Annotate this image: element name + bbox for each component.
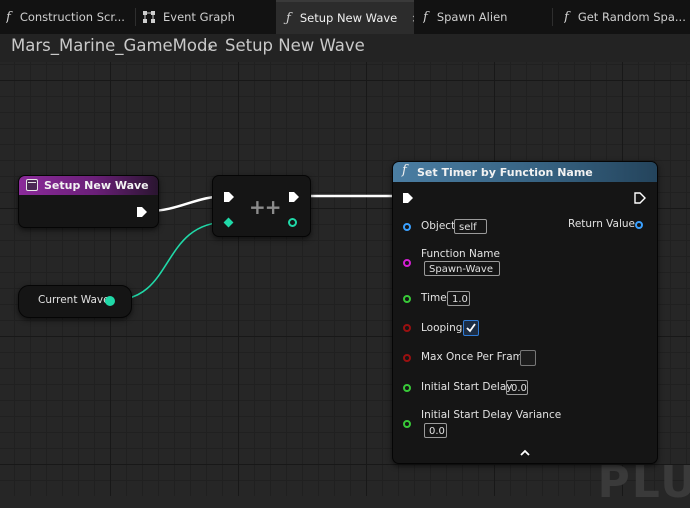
increment-symbol: ++ [249,195,282,219]
initial-start-delay-variance-label: Initial Start Delay Variance [421,409,562,421]
max-once-per-frame-label: Max Once Per Frame [421,351,530,363]
exec-output-pin[interactable] [136,206,148,218]
return-value-output-pin[interactable] [635,221,643,229]
function-name-label: Function Name [421,248,500,260]
increment-node[interactable]: ++ [212,175,311,237]
object-label: Object [421,220,456,232]
initial-start-delay-field[interactable]: 0.0 [506,380,528,395]
variable-label: Current Wave [38,294,110,306]
set-timer-by-function-name-node[interactable]: f Set Timer by Function Name Object self… [392,161,658,464]
object-input-pin[interactable] [403,223,411,231]
node-title: Setup New Wave [44,179,149,192]
function-entry-icon [26,179,38,191]
looping-input-pin[interactable] [403,324,411,332]
initial-start-delay-input-pin[interactable] [403,384,411,392]
function-entry-node[interactable]: Setup New Wave [18,175,159,228]
time-value-field[interactable]: 1.0 [447,291,470,306]
exec-input-pin[interactable] [223,191,235,203]
return-value-label: Return Value [568,218,636,230]
object-value-field[interactable]: self [454,219,487,234]
node-title: Set Timer by Function Name [417,166,593,179]
function-icon: f [402,163,407,178]
time-input-pin[interactable] [403,295,411,303]
initial-start-delay-variance-input-pin[interactable] [403,420,411,428]
int-output-pin[interactable] [105,296,115,306]
exec-output-pin[interactable] [288,191,300,203]
function-name-field[interactable]: Spawn-Wave [424,261,500,276]
collapse-arrow-icon[interactable] [519,449,531,457]
current-wave-variable-node[interactable]: Current Wave [18,285,132,318]
initial-start-delay-label: Initial Start Delay [421,381,513,393]
check-icon [466,323,476,333]
exec-output-pin[interactable] [634,192,646,204]
initial-start-delay-variance-field[interactable]: 0.0 [424,423,447,438]
looping-checkbox[interactable] [463,320,479,336]
int-input-pin[interactable] [223,217,234,228]
int-output-pin[interactable] [288,218,297,227]
function-name-input-pin[interactable] [403,259,411,267]
int-wire-variable-to-increment [113,221,229,301]
max-once-per-frame-input-pin[interactable] [403,354,411,362]
exec-input-pin[interactable] [402,192,414,204]
max-once-per-frame-checkbox[interactable] [520,350,536,366]
looping-label: Looping [421,322,463,334]
time-label: Time [421,292,447,304]
